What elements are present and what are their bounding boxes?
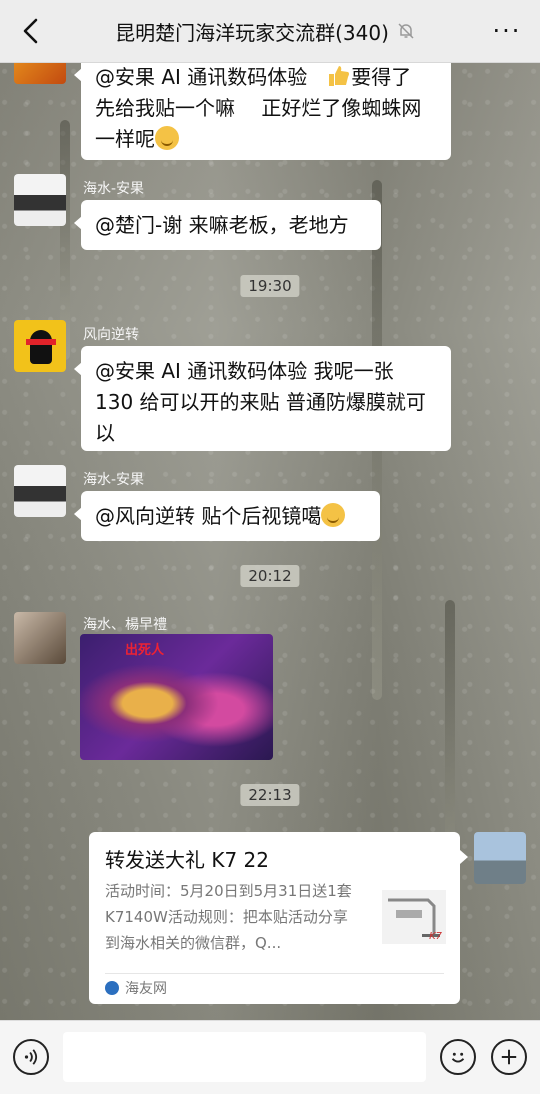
mute-bell-icon — [397, 22, 415, 40]
chat-title: 昆明楚门海洋玩家交流群(340) — [115, 20, 389, 45]
my-avatar[interactable] — [474, 832, 526, 884]
sender-name: 海水、楊早禮 — [83, 617, 167, 633]
shared-link-card[interactable]: 转发送大礼 K7 22 活动时间：5月20日到5月31日送1套K7140W活动规… — [89, 832, 468, 1004]
more-options-button[interactable]: ··· — [492, 17, 522, 45]
avatar[interactable] — [14, 612, 66, 664]
image-message[interactable]: 出死人 — [80, 634, 273, 760]
emoji-button[interactable] — [440, 1039, 476, 1075]
message-bubble[interactable]: @安果 AI 通讯数码体验 要得了 先给我贴一个嘛 正好烂了像蜘蛛网一样呢 — [74, 62, 451, 160]
thumbs-up-icon — [327, 64, 351, 88]
back-button[interactable] — [14, 14, 48, 48]
card-title: 转发送大礼 K7 22 — [105, 848, 270, 872]
message-text: @安果 AI 通讯数码体验 — [95, 65, 328, 89]
sender-name: 海水-安果 — [83, 472, 145, 488]
card-description: 活动时间：5月20日到5月31日送1套K7140W活动规则：把本贴活动分享到海水… — [105, 882, 352, 952]
laughing-face-icon — [321, 503, 346, 527]
avatar[interactable] — [14, 465, 66, 517]
message-list[interactable]: @安果 AI 通讯数码体验 要得了 先给我贴一个嘛 正好烂了像蜘蛛网一样呢 海水… — [0, 62, 540, 1020]
message-bubble[interactable]: @风向逆转 贴个后视镜噶 — [74, 491, 380, 541]
message-bubble[interactable]: @楚门-谢 来嘛老板，老地方 — [74, 200, 381, 250]
smiley-icon — [451, 1052, 465, 1063]
input-bar — [0, 1020, 540, 1094]
avatar[interactable] — [14, 320, 66, 372]
message-text: @楚门-谢 来嘛老板，老地方 — [95, 213, 349, 237]
source-name: 海友网 — [125, 981, 167, 997]
image-overlay-text: 出死人 — [125, 643, 165, 658]
chat-header: 昆明楚门海洋玩家交流群(340) ··· — [0, 0, 540, 63]
thinking-face-icon — [155, 126, 179, 150]
timestamp: 19:30 — [240, 275, 300, 297]
divider — [105, 973, 444, 974]
card-source: 海友网 — [105, 978, 167, 998]
voice-icon — [24, 1049, 38, 1065]
message-input[interactable] — [63, 1032, 426, 1082]
source-logo-icon — [105, 981, 119, 995]
timestamp: 20:12 — [240, 565, 300, 587]
sender-name: 风向逆转 — [83, 327, 139, 343]
sender-name: 海水-安果 — [83, 181, 145, 197]
title-area: 昆明楚门海洋玩家交流群(340) — [60, 0, 470, 62]
thumb-label: K7 — [429, 931, 442, 942]
message-text: @安果 AI 通讯数码体验 我呢一张 130 给可以开的来贴 普通防爆膜就可以 — [95, 359, 426, 445]
plus-icon — [501, 1049, 517, 1065]
avatar[interactable] — [14, 62, 66, 84]
message-text: @风向逆转 贴个后视镜噶 — [95, 504, 322, 528]
voice-input-button[interactable] — [13, 1039, 49, 1075]
timestamp: 22:13 — [240, 784, 300, 806]
card-thumbnail: K7 — [382, 890, 446, 944]
avatar[interactable] — [14, 174, 66, 226]
more-actions-button[interactable] — [491, 1039, 527, 1075]
chevron-left-icon — [23, 18, 38, 44]
message-bubble[interactable]: @安果 AI 通讯数码体验 我呢一张 130 给可以开的来贴 普通防爆膜就可以 — [74, 346, 451, 451]
